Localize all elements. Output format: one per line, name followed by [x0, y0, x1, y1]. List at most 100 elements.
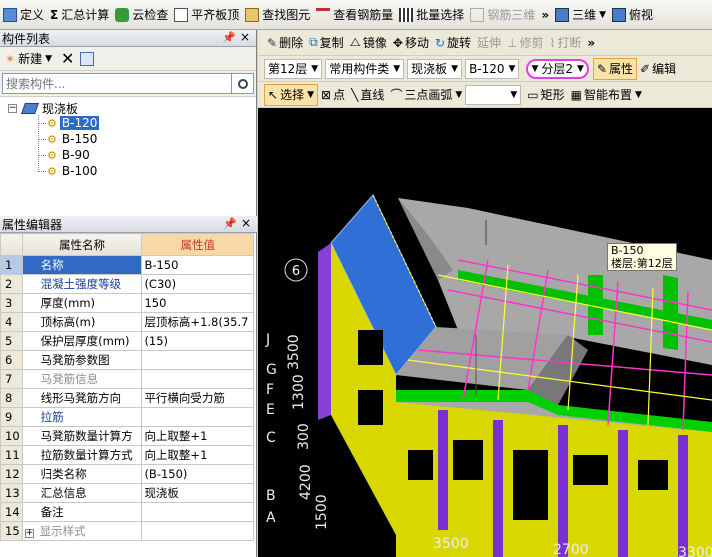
toolbar-more-button[interactable]: »: [538, 3, 552, 27]
properties-button[interactable]: ✎ 属性: [592, 57, 638, 80]
expand-icon[interactable]: +: [24, 529, 34, 538]
component-select[interactable]: B-120 ▼: [465, 58, 520, 79]
dimension-label: 3300: [678, 545, 712, 557]
find-element-button[interactable]: 查找图元: [242, 3, 313, 27]
close-icon[interactable]: ×: [240, 30, 250, 44]
edit-icon: ✐: [640, 61, 651, 76]
property-row[interactable]: 7 马凳筋信息: [0, 369, 254, 389]
align-icon: [174, 7, 189, 22]
rect-tool-button[interactable]: ▭ 矩形: [524, 84, 567, 106]
slab-folder-icon: [20, 103, 40, 114]
draw-mode-select[interactable]: ▼: [465, 84, 522, 105]
axis-label: B: [266, 488, 276, 504]
delete-component-button[interactable]: ✕: [58, 48, 77, 70]
property-row[interactable]: 4 顶标高(m) 层顶标高+1.8(35.7: [0, 312, 254, 332]
property-row[interactable]: 11 拉筋数量计算方式 向上取整+1: [0, 445, 254, 465]
3d-button[interactable]: 三维 ▼: [552, 3, 609, 27]
rotate-icon: ↻: [434, 35, 446, 50]
edit-toolbar: ✎ 删除 ⧉ 复制 ⧍ 镜像 ✥ 移动 ↻ 旋转 延伸 ⊥ 修剪 ⌇ 打断 »: [258, 30, 712, 56]
tree-item[interactable]: ⚙ B-150: [38, 132, 99, 146]
property-row[interactable]: 8 线形马凳筋方向 平行横向受力筋: [0, 388, 254, 408]
define-button[interactable]: 定义: [0, 3, 47, 27]
pin-icon[interactable]: 📌: [223, 217, 237, 230]
edit-toolbar-more-button[interactable]: »: [584, 32, 598, 54]
axis-label: J: [265, 332, 270, 348]
cursor-icon: ↖: [268, 87, 279, 102]
main-toolbar: 定义 Σ 汇总计算 云检查 平齐板顶 查找图元 查看钢筋量 批量选择 钢筋三维 »…: [0, 0, 712, 30]
tree-item[interactable]: ⚙ B-100: [38, 164, 99, 178]
rebar-3d-button[interactable]: 钢筋三维: [467, 3, 538, 27]
chevron-down-icon: ▼: [599, 9, 607, 20]
dimension-label: 4200: [298, 464, 314, 500]
property-row[interactable]: 5 保护层厚度(mm) (15): [0, 331, 254, 351]
layer-select[interactable]: ▼ 分层2 ▼: [526, 58, 589, 79]
view-rebar-button[interactable]: 查看钢筋量: [313, 3, 396, 27]
new-component-button[interactable]: ✶ 新建 ▼: [2, 48, 55, 70]
chevron-down-icon: ▼: [455, 89, 463, 100]
property-editor-header: 属性编辑器 📌 ×: [0, 216, 257, 233]
tree-root[interactable]: − 现浇板: [8, 100, 78, 117]
break-button[interactable]: ⌇ 打断: [547, 32, 585, 54]
search-button[interactable]: [232, 73, 254, 94]
select-tool-button[interactable]: ↖ 选择 ▼: [264, 83, 318, 106]
line-tool-button[interactable]: ╲ 直线: [348, 84, 387, 106]
floor-select[interactable]: 第12层 ▼: [264, 58, 323, 79]
viewport-3d[interactable]: 6 J G F E C B A 3500 1300 300 4200 1500 …: [258, 30, 712, 557]
extend-button[interactable]: 延伸: [474, 32, 504, 54]
close-icon[interactable]: ×: [241, 216, 251, 230]
mirror-button[interactable]: ⧍ 镜像: [347, 32, 390, 54]
point-tool-button[interactable]: ⊠ 点: [318, 84, 348, 106]
copy-button[interactable]: ⧉ 复制: [306, 32, 347, 54]
copy-component-button[interactable]: [77, 48, 97, 70]
selector-toolbar: 第12层 ▼ 常用构件类 ▼ 现浇板 ▼ B-120 ▼ ▼ 分层2 ▼ ✎ 属性 ✐ 编辑: [258, 56, 712, 82]
trim-button[interactable]: ⊥ 修剪: [504, 32, 546, 54]
delete-button[interactable]: ✎ 删除: [264, 32, 306, 54]
pin-icon[interactable]: 📌: [222, 31, 236, 44]
property-row[interactable]: 14 备注: [0, 502, 254, 522]
arc-tool-button[interactable]: ⌒ 三点画弧 ▼: [387, 84, 465, 106]
top-view-button[interactable]: 俯视: [609, 3, 656, 27]
top-view-icon: [612, 7, 627, 22]
summary-calc-button[interactable]: Σ 汇总计算: [47, 3, 112, 27]
move-button[interactable]: ✥ 移动: [390, 32, 432, 54]
property-row[interactable]: 3 厚度(mm) 150: [0, 293, 254, 313]
tree-item[interactable]: ⚙ B-120: [38, 116, 100, 130]
chevron-down-icon: ▼: [531, 63, 539, 74]
chevron-down-icon: ▼: [393, 63, 401, 74]
property-row[interactable]: 2 混凝土强度等级 (C30): [0, 274, 254, 294]
chevron-down-icon: ▼: [45, 53, 52, 64]
property-row[interactable]: 1 名称 B-150: [0, 255, 254, 275]
trim-icon: ⊥: [507, 35, 518, 50]
batch-select-button[interactable]: 批量选择: [396, 3, 467, 27]
smart-layout-button[interactable]: ▦ 智能布置 ▼: [568, 84, 645, 106]
cloud-check-button[interactable]: 云检查: [112, 3, 171, 27]
move-icon: ✥: [392, 35, 403, 50]
category-select[interactable]: 常用构件类 ▼: [325, 58, 405, 79]
rect-icon: ▭: [527, 87, 539, 102]
delete-icon: ✎: [267, 35, 278, 50]
type-select[interactable]: 现浇板 ▼: [407, 58, 463, 79]
line-icon: ╲: [351, 87, 359, 102]
align-slab-top-button[interactable]: 平齐板顶: [171, 3, 242, 27]
break-icon: ⌇: [549, 35, 556, 50]
rotate-button[interactable]: ↻ 旋转: [432, 32, 474, 54]
col-header-name: 属性名称: [21, 233, 143, 256]
property-row[interactable]: 15 + 显示样式: [0, 521, 254, 541]
sigma-icon: Σ: [50, 7, 59, 22]
property-row[interactable]: 12 归类名称 (B-150): [0, 464, 254, 484]
col-header-value: 属性值: [141, 233, 254, 256]
collapse-icon[interactable]: −: [8, 104, 17, 113]
property-row[interactable]: 10 马凳筋数量计算方 向上取整+1: [0, 426, 254, 446]
tree-item[interactable]: ⚙ B-90: [38, 148, 92, 162]
copy-icon: [80, 51, 95, 66]
batch-select-icon: [399, 7, 414, 22]
chevron-down-icon: ▼: [635, 89, 642, 100]
property-row[interactable]: 13 汇总信息 现浇板: [0, 483, 254, 503]
search-input[interactable]: [2, 73, 232, 94]
define-icon: [3, 7, 17, 22]
edit-button[interactable]: ✐ 编辑: [637, 58, 679, 80]
property-row[interactable]: 9 拉筋: [0, 407, 254, 427]
3d-model-view[interactable]: 6 J G F E C B A 3500 1300 300 4200 1500 …: [258, 30, 712, 557]
new-icon: ✶: [5, 51, 16, 66]
property-row[interactable]: 6 马凳筋参数图: [0, 350, 254, 370]
